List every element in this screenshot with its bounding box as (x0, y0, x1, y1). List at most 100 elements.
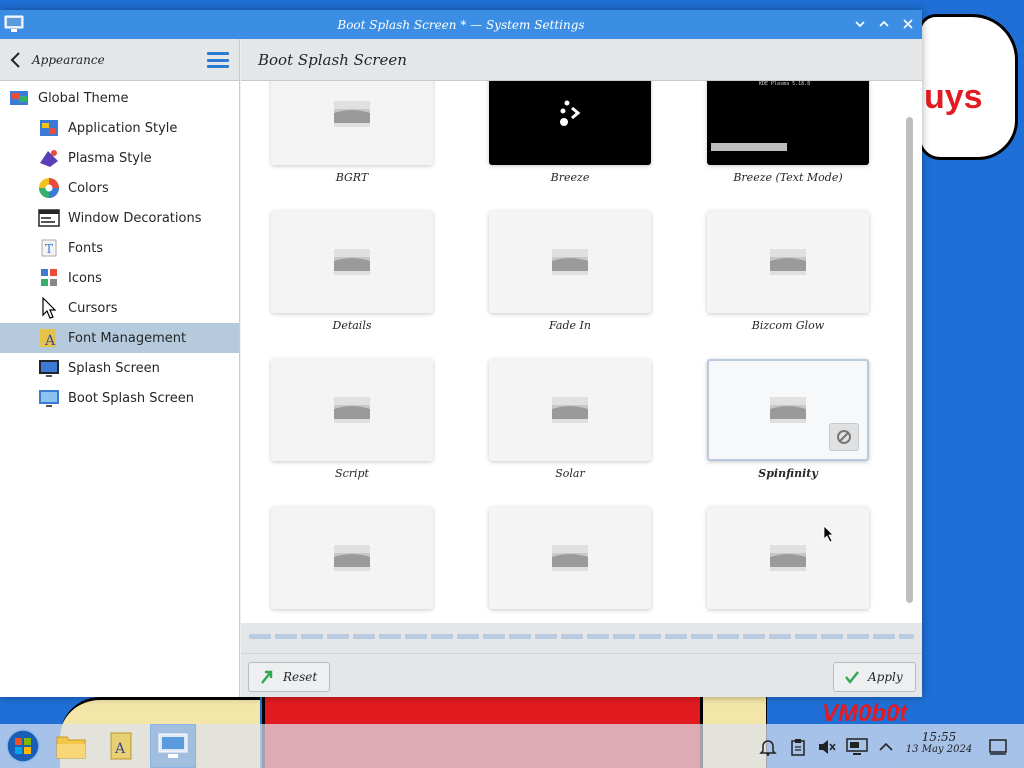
theme-label: BGRT (335, 171, 369, 184)
breadcrumb: Appearance (32, 52, 105, 67)
sidebar-item-label: Cursors (68, 300, 118, 316)
theme-label: Breeze (Text Mode) (733, 171, 843, 184)
sidebar-item-icons[interactable]: Icons (0, 263, 239, 293)
bell-icon (759, 740, 777, 756)
maximize-button[interactable] (874, 14, 894, 34)
system-settings-app-icon[interactable] (4, 15, 24, 33)
sidebar-item-plasma-style[interactable]: Plasma Style (0, 143, 239, 173)
close-button[interactable] (898, 14, 918, 34)
sidebar-item-window-decorations[interactable]: Window Decorations (0, 203, 239, 233)
plasma-style-icon (40, 150, 58, 167)
theme-label: Details (332, 319, 372, 332)
taskbar-system-settings[interactable] (150, 724, 196, 768)
sidebar-item-colors[interactable]: Colors (0, 173, 239, 203)
image-placeholder-icon (552, 545, 588, 571)
splash-screen-icon (39, 360, 59, 377)
theme-label: Fade In (549, 319, 591, 332)
scrollbar-thumb[interactable] (906, 117, 913, 603)
taskbar-clock[interactable]: 15:55 13 May 2024 (902, 730, 976, 755)
theme-tile[interactable] (271, 507, 433, 609)
application-style-icon (40, 120, 58, 136)
theme-tile-fade-in[interactable] (489, 211, 651, 313)
image-placeholder-icon (334, 101, 370, 127)
svg-text:A: A (114, 741, 126, 757)
footer-bar: Reset Apply (241, 653, 922, 697)
close-icon (903, 19, 913, 29)
titlebar[interactable]: Boot Splash Screen * — System Settings (0, 10, 922, 39)
menu-icon[interactable] (207, 52, 229, 68)
chevron-down-icon (855, 21, 865, 28)
image-placeholder-icon (334, 249, 370, 275)
sidebar-item-fonts[interactable]: T Fonts (0, 233, 239, 263)
theme-grid[interactable]: BGRT Breeze KDE Plasma 5.18.8 Breeze (Te… (241, 81, 922, 623)
folder-icon (56, 736, 86, 759)
boot-splash-screen-icon (39, 390, 59, 407)
chevron-up-icon (879, 20, 889, 27)
sidebar-item-global-theme[interactable]: Global Theme (0, 83, 239, 113)
windows-orb-icon (6, 729, 40, 763)
minimize-button[interactable] (850, 14, 870, 34)
main-header: Boot Splash Screen (241, 39, 922, 81)
fonts-icon: T (41, 239, 57, 257)
theme-label: Bizcom Glow (751, 319, 825, 332)
breeze-spinner-icon (560, 100, 581, 126)
theme-label: Spinfinity (758, 467, 818, 480)
notifications-tray-icon[interactable] (757, 736, 779, 758)
back-button[interactable] (0, 39, 32, 81)
svg-text:A: A (44, 333, 56, 349)
text-mode-preview: KDE Plasma 5.18.8 (759, 81, 811, 87)
apply-button[interactable]: Apply (833, 662, 916, 692)
theme-tile-spinfinity[interactable] (707, 359, 869, 461)
window-title: Boot Splash Screen * — System Settings (337, 17, 585, 32)
text-mode-progress-bar (711, 143, 787, 151)
sidebar-item-label: Icons (68, 270, 102, 286)
sidebar-item-label: Application Style (68, 120, 178, 136)
start-menu-button[interactable] (0, 724, 46, 768)
font-management-icon: A (40, 329, 56, 349)
taskbar-font-manager[interactable]: A (98, 724, 144, 768)
page-title: Boot Splash Screen (258, 50, 407, 69)
system-settings-icon (158, 733, 188, 758)
theme-tile-solar[interactable] (489, 359, 651, 461)
theme-tile-breeze[interactable] (489, 81, 651, 165)
theme-tile-bizcom-glow[interactable] (707, 211, 869, 313)
image-placeholder-icon (334, 397, 370, 423)
theme-label: Solar (555, 467, 585, 480)
wallpaper-bubble-text: uys (924, 78, 983, 116)
theme-label: Breeze (550, 171, 590, 184)
image-placeholder-icon (334, 545, 370, 571)
mouse-pointer-icon (823, 525, 834, 543)
show-desktop-button[interactable] (987, 736, 1009, 758)
sidebar-item-cursors[interactable]: Cursors (0, 293, 239, 323)
image-placeholder-icon (770, 545, 806, 571)
monitor-icon (846, 738, 868, 755)
theme-tile-breeze-text-mode[interactable]: KDE Plasma 5.18.8 (707, 81, 869, 165)
vertical-scrollbar[interactable] (904, 89, 914, 623)
reset-button[interactable]: Reset (248, 662, 331, 692)
show-hidden-icons-button[interactable] (875, 736, 897, 758)
theme-tile-script[interactable] (271, 359, 433, 461)
chevron-up-icon (879, 742, 893, 751)
volume-tray-icon[interactable] (816, 736, 838, 758)
uninstall-theme-button[interactable] (829, 423, 859, 451)
sidebar-item-font-management[interactable]: A Font Management (0, 323, 239, 353)
sidebar-item-label: Colors (68, 180, 109, 196)
sidebar-item-label: Font Management (68, 330, 187, 346)
system-settings-window: Boot Splash Screen * — System Settings A… (0, 10, 922, 697)
taskbar: A 15:55 13 May 2024 (0, 724, 1024, 768)
theme-tile-details[interactable] (271, 211, 433, 313)
clipboard-tray-icon[interactable] (787, 736, 809, 758)
theme-tile[interactable] (489, 507, 651, 609)
sidebar-item-splash-screen[interactable]: Splash Screen (0, 353, 239, 383)
display-tray-icon[interactable] (846, 736, 868, 758)
sidebar-item-boot-splash-screen[interactable]: Boot Splash Screen (0, 383, 239, 413)
icons-icon (41, 269, 57, 286)
sidebar: Appearance Global Theme Application Styl… (0, 39, 240, 697)
sidebar-item-label: Plasma Style (68, 150, 152, 166)
theme-tile-bgrt[interactable] (271, 81, 433, 165)
theme-tile[interactable] (707, 507, 869, 609)
svg-text:T: T (45, 242, 53, 256)
sidebar-item-application-style[interactable]: Application Style (0, 113, 239, 143)
apply-label: Apply (868, 670, 903, 684)
taskbar-file-manager[interactable] (48, 724, 94, 768)
